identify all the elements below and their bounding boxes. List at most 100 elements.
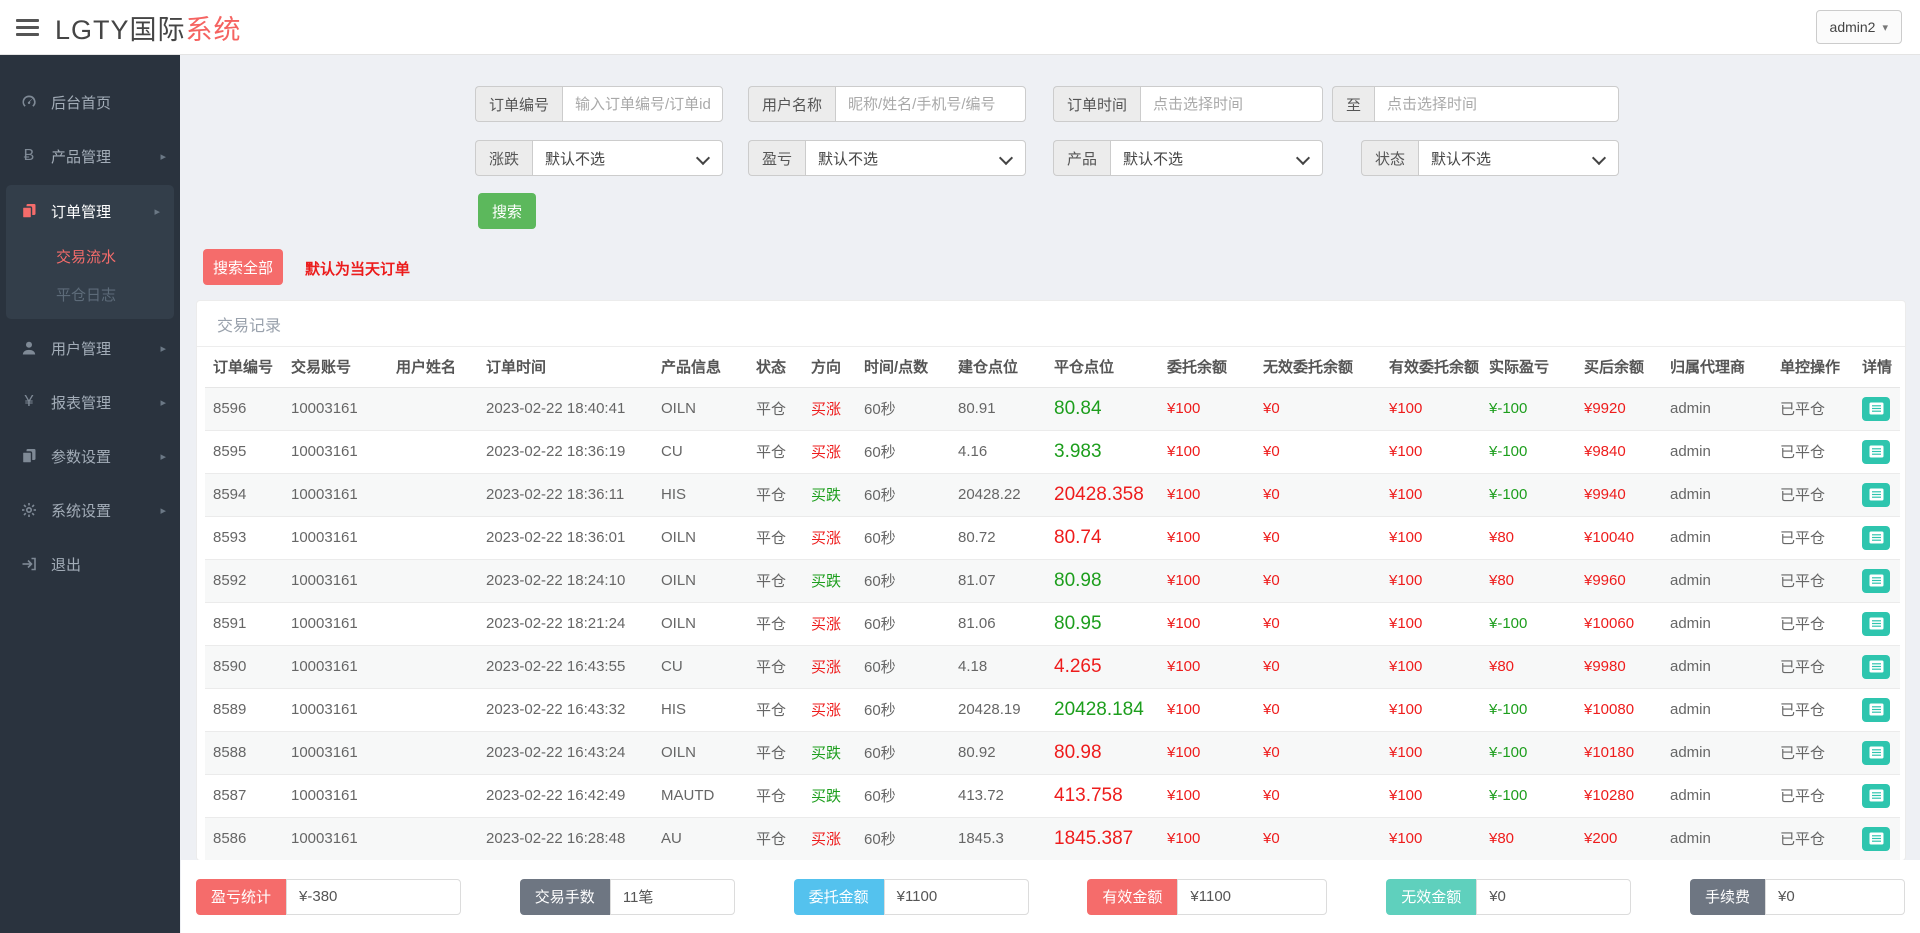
cell-user-name — [388, 688, 478, 731]
cell-status: 平仓 — [748, 731, 803, 774]
product-select[interactable]: 默认不选 — [1110, 140, 1323, 176]
cell-balance: ¥10040 — [1576, 516, 1662, 559]
sidebar-item-users[interactable]: 用户管理 ▸ — [0, 321, 180, 375]
params-icon — [20, 448, 38, 464]
detail-button[interactable] — [1862, 397, 1890, 421]
sidebar-subitem-close-log[interactable]: 平仓日志 — [6, 275, 174, 313]
col-entrust: 委托余额 — [1159, 347, 1255, 387]
list-icon — [1869, 574, 1884, 587]
cell-invalid-entrust: ¥0 — [1255, 774, 1381, 817]
cell-control: 已平仓 — [1772, 430, 1854, 473]
cell-status: 平仓 — [748, 602, 803, 645]
sidebar-item-label: 后台首页 — [51, 92, 111, 113]
cell-order-no: 8592 — [205, 559, 283, 602]
cell-order-no: 8590 — [205, 645, 283, 688]
detail-button[interactable] — [1862, 827, 1890, 851]
cell-product: OILN — [653, 602, 748, 645]
col-account: 交易账号 — [283, 347, 388, 387]
cell-open-point: 4.16 — [950, 430, 1046, 473]
orders-icon — [20, 203, 38, 219]
cell-balance: ¥9940 — [1576, 473, 1662, 516]
cell-direction: 买涨 — [803, 645, 856, 688]
cell-order-no: 8594 — [205, 473, 283, 516]
sidebar-item-dashboard[interactable]: 后台首页 — [0, 75, 180, 129]
user-name-input[interactable] — [835, 86, 1026, 122]
cell-status: 平仓 — [748, 387, 803, 430]
chevron-right-icon: ▸ — [160, 150, 166, 163]
status-select[interactable]: 默认不选 — [1418, 140, 1619, 176]
cell-invalid-entrust: ¥0 — [1255, 688, 1381, 731]
sidebar-item-logout[interactable]: 退出 — [0, 537, 180, 591]
cell-close-point: 1845.387 — [1046, 817, 1159, 860]
detail-button[interactable] — [1862, 569, 1890, 593]
cell-agent: admin — [1662, 430, 1772, 473]
cell-close-point: 20428.184 — [1046, 688, 1159, 731]
detail-button[interactable] — [1862, 483, 1890, 507]
sidebar-item-params[interactable]: 参数设置 ▸ — [0, 429, 180, 483]
cell-duration: 60秒 — [856, 688, 950, 731]
cell-valid-entrust: ¥100 — [1381, 559, 1481, 602]
cell-valid-entrust: ¥100 — [1381, 774, 1481, 817]
cell-control: 已平仓 — [1772, 731, 1854, 774]
time-end-input[interactable] — [1374, 86, 1619, 122]
cell-detail — [1854, 688, 1900, 731]
search-all-button[interactable]: 搜索全部 — [203, 249, 283, 285]
detail-button[interactable] — [1862, 440, 1890, 464]
list-icon — [1869, 402, 1884, 415]
cell-close-point: 3.983 — [1046, 430, 1159, 473]
menu-toggle-icon[interactable] — [16, 15, 39, 40]
cell-open-point: 81.06 — [950, 602, 1046, 645]
sidebar-item-system[interactable]: 系统设置 ▸ — [0, 483, 180, 537]
summary-label: 有效金额 — [1087, 879, 1177, 915]
cell-open-point: 4.18 — [950, 645, 1046, 688]
sidebar-item-orders[interactable]: 订单管理 ▸ — [6, 185, 174, 237]
list-icon — [1869, 832, 1884, 845]
detail-button[interactable] — [1862, 655, 1890, 679]
cell-profit: ¥-100 — [1481, 688, 1576, 731]
sidebar-item-products[interactable]: Ƀ 产品管理 ▸ — [0, 129, 180, 183]
cell-order-time: 2023-02-22 18:36:01 — [478, 516, 653, 559]
detail-button[interactable] — [1862, 612, 1890, 636]
col-status: 状态 — [748, 347, 803, 387]
sidebar-item-reports[interactable]: ¥ 报表管理 ▸ — [0, 375, 180, 429]
updown-select[interactable]: 默认不选 — [532, 140, 723, 176]
detail-button[interactable] — [1862, 741, 1890, 765]
user-menu-button[interactable]: admin2 ▾ — [1816, 10, 1902, 44]
sidebar-group-orders: 订单管理 ▸ 交易流水 平仓日志 — [6, 185, 174, 319]
detail-button[interactable] — [1862, 698, 1890, 722]
time-start-input[interactable] — [1140, 86, 1323, 122]
cell-detail — [1854, 387, 1900, 430]
cell-close-point: 413.758 — [1046, 774, 1159, 817]
cell-entrust: ¥100 — [1159, 645, 1255, 688]
cell-account: 10003161 — [283, 731, 388, 774]
table-row: 8596 10003161 2023-02-22 18:40:41 OILN 平… — [205, 387, 1900, 430]
caret-down-icon: ▾ — [1882, 21, 1888, 34]
cell-product: HIS — [653, 473, 748, 516]
col-invalid-entrust: 无效委托余额 — [1255, 347, 1381, 387]
sidebar-subitem-trade-flow[interactable]: 交易流水 — [6, 237, 174, 275]
dashboard-icon — [20, 94, 38, 110]
cell-open-point: 80.72 — [950, 516, 1046, 559]
gear-icon — [20, 502, 38, 518]
cell-control: 已平仓 — [1772, 559, 1854, 602]
sidebar: 后台首页 Ƀ 产品管理 ▸ 订单管理 ▸ 交易流水 平仓日志 用户管理 ▸ ¥ … — [0, 55, 180, 933]
list-icon — [1869, 703, 1884, 716]
cell-duration: 60秒 — [856, 731, 950, 774]
order-no-input[interactable] — [562, 86, 723, 122]
sidebar-item-label: 退出 — [51, 554, 81, 575]
cell-valid-entrust: ¥100 — [1381, 473, 1481, 516]
filter-order-no: 订单编号 — [475, 86, 723, 122]
search-button[interactable]: 搜索 — [478, 193, 536, 229]
cell-order-time: 2023-02-22 18:21:24 — [478, 602, 653, 645]
cell-direction: 买跌 — [803, 731, 856, 774]
detail-button[interactable] — [1862, 784, 1890, 808]
cell-invalid-entrust: ¥0 — [1255, 473, 1381, 516]
sidebar-subitem-label: 平仓日志 — [56, 284, 116, 305]
cell-agent: admin — [1662, 473, 1772, 516]
bitcoin-icon: Ƀ — [20, 148, 38, 164]
profit-select[interactable]: 默认不选 — [805, 140, 1026, 176]
cell-balance: ¥200 — [1576, 817, 1662, 860]
cell-status: 平仓 — [748, 559, 803, 602]
detail-button[interactable] — [1862, 526, 1890, 550]
cell-order-time: 2023-02-22 18:40:41 — [478, 387, 653, 430]
